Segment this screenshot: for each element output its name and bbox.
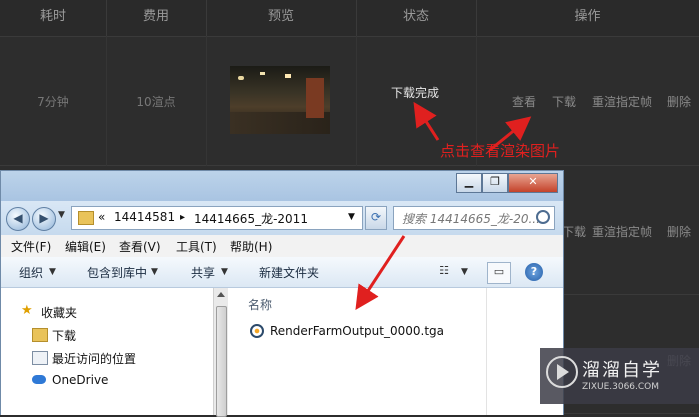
share-button[interactable]: 共享 [191, 264, 215, 281]
search-input[interactable]: 搜索 14414665_龙-20... [393, 206, 555, 230]
menu-file[interactable]: 文件(F) [11, 238, 51, 255]
address-row: ◀ ▶ ▼ « 14414581 ▸ 14414665_龙-2011 ▼ ⟳ 搜… [1, 201, 563, 235]
address-dropdown-icon[interactable]: ▼ [348, 212, 355, 222]
include-in-library-button[interactable]: 包含到库中 [87, 264, 147, 281]
nav-item-recent-places[interactable]: 最近访问的位置 [52, 350, 136, 367]
help-icon[interactable]: ? [525, 263, 543, 281]
address-segment-1[interactable]: 14414581 [114, 210, 175, 224]
nav-pane-scrollbar[interactable] [213, 288, 228, 417]
scroll-up-icon[interactable] [217, 292, 225, 297]
watermark: 溜溜自学 ZIXUE.3066.COM [540, 348, 699, 404]
cost-cell: 10渲点 [136, 95, 176, 109]
search-icon[interactable] [536, 210, 550, 224]
forward-arrow-icon[interactable]: ▶ [32, 207, 56, 231]
header-actions: 操作 [574, 9, 601, 24]
share-dropdown-icon: ▼ [221, 267, 228, 277]
recent-places-icon [32, 351, 48, 365]
header-duration: 耗时 [0, 0, 107, 36]
address-separator: ▸ [180, 212, 186, 223]
star-icon: ★ [21, 303, 33, 318]
address-segment-2[interactable]: 14414665_龙-2011 [194, 210, 308, 227]
delete-link[interactable]: 删除 [667, 93, 691, 110]
watermark-title: 溜溜自学 [582, 360, 662, 381]
address-bar[interactable]: « 14414581 ▸ 14414665_龙-2011 ▼ [71, 206, 363, 230]
organize-button[interactable]: 组织 [19, 264, 43, 281]
status-text: 下载完成 [390, 86, 439, 100]
download-link[interactable]: 下载 [552, 93, 576, 110]
nav-item-downloads[interactable]: 下载 [52, 327, 76, 344]
view-icon[interactable]: ☷ [433, 262, 455, 282]
file-explorer-window: ▁ ❐ ✕ ◀ ▶ ▼ « 14414581 ▸ 14414665_龙-2011… [0, 170, 564, 417]
menu-tools[interactable]: 工具(T) [176, 238, 217, 255]
menu-bar: 文件(F) 编辑(E) 查看(V) 工具(T) 帮助(H) [1, 235, 563, 258]
onedrive-icon [32, 375, 46, 384]
address-prefix: « [98, 210, 106, 224]
annotation-text: 点击查看渲染图片 [440, 142, 561, 160]
delete-link-row2[interactable]: 删除 [667, 223, 691, 240]
rerender-frames-link-row2[interactable]: 重渲指定帧 [592, 223, 652, 240]
duration-cell: 7分钟 [37, 95, 69, 109]
library-dropdown-icon: ▼ [151, 267, 158, 277]
refresh-icon[interactable]: ⟳ [365, 206, 387, 230]
navigation-pane: ★ 收藏夹 下载 最近访问的位置 OneDrive [1, 288, 213, 415]
nav-item-favorites[interactable]: 收藏夹 [41, 304, 77, 321]
title-bar: ▁ ❐ ✕ [1, 171, 563, 201]
column-separator [486, 288, 487, 415]
file-list: 名称 RenderFarmOutput_0000.tga [228, 288, 563, 415]
scrollbar-thumb[interactable] [216, 306, 227, 417]
new-folder-button[interactable]: 新建文件夹 [259, 264, 319, 281]
menu-view[interactable]: 查看(V) [119, 238, 161, 255]
watermark-url: ZIXUE.3066.COM [582, 382, 660, 392]
search-placeholder: 搜索 14414665_龙-20... [402, 212, 540, 226]
play-logo-icon [546, 356, 578, 388]
recent-pages-icon[interactable]: ▼ [58, 210, 65, 220]
file-icon [250, 324, 264, 338]
back-arrow-icon[interactable]: ◀ [6, 207, 30, 231]
preview-thumbnail[interactable] [230, 66, 330, 134]
column-header-name[interactable]: 名称 [248, 296, 272, 313]
view-link[interactable]: 查看 [512, 93, 536, 110]
folder-icon [32, 328, 48, 342]
nav-item-onedrive[interactable]: OneDrive [52, 373, 108, 387]
command-bar: 组织 ▼ 包含到库中 ▼ 共享 ▼ 新建文件夹 ☷ ▼ ▭ ? [1, 257, 563, 288]
rerender-frames-link[interactable]: 重渲指定帧 [592, 93, 652, 110]
table-header: 耗时 费用 预览 状态 操作 [0, 0, 699, 37]
header-status: 状态 [356, 0, 477, 36]
download-link-row2[interactable]: 下载 [562, 223, 586, 240]
file-name: RenderFarmOutput_0000.tga [270, 324, 444, 338]
menu-edit[interactable]: 编辑(E) [65, 238, 106, 255]
header-preview: 预览 [206, 0, 357, 36]
organize-dropdown-icon: ▼ [49, 267, 56, 277]
menu-help[interactable]: 帮助(H) [230, 238, 272, 255]
maximize-button[interactable]: ❐ [482, 173, 508, 193]
close-button[interactable]: ✕ [508, 173, 558, 193]
folder-icon [78, 211, 94, 225]
minimize-button[interactable]: ▁ [456, 173, 482, 193]
pane-icon[interactable]: ▭ [487, 262, 511, 284]
header-cost: 费用 [106, 0, 207, 36]
view-dropdown-icon[interactable]: ▼ [461, 267, 468, 277]
